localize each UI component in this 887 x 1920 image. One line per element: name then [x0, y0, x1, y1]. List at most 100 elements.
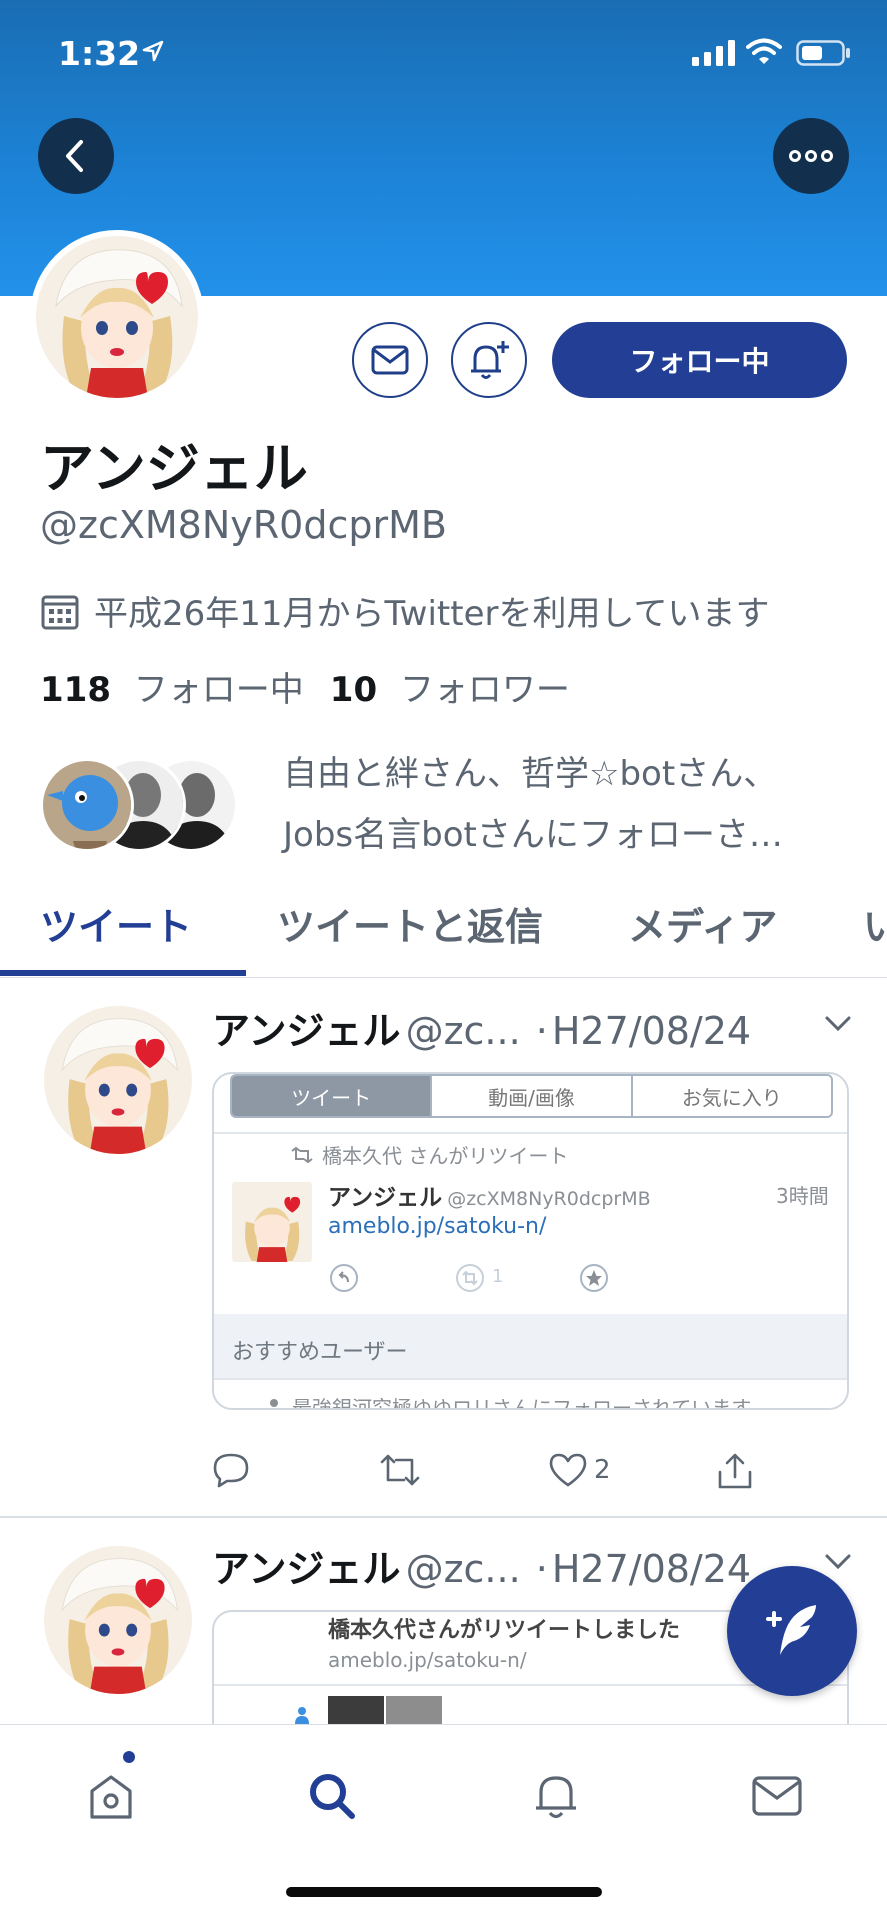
reply-icon — [330, 1264, 358, 1292]
nav-notifications[interactable] — [521, 1761, 591, 1831]
home-indicator — [286, 1887, 602, 1897]
retweet-icon — [291, 1146, 313, 1163]
status-time: 1:32 — [58, 34, 141, 73]
retweet-button[interactable] — [378, 1452, 422, 1488]
share-button[interactable] — [716, 1452, 754, 1490]
tweet-header: アンジェル @zc... · H27/08/24 — [212, 1538, 751, 1593]
retweet-icon — [456, 1264, 484, 1292]
tweet-author-name[interactable]: アンジェル — [212, 1009, 400, 1053]
location-arrow-icon — [142, 40, 164, 62]
embed-tweet-header: アンジェル @zcXM8NyR0dcprMB — [328, 1178, 651, 1212]
like-button[interactable]: 2 — [548, 1452, 611, 1488]
tab-tweets-and-replies[interactable]: ツイートと返信 — [277, 896, 543, 951]
profile-avatar[interactable] — [30, 230, 204, 404]
avatar[interactable] — [44, 1006, 192, 1154]
new-content-indicator — [123, 1751, 135, 1763]
divider — [214, 1684, 847, 1686]
following-button[interactable]: フォロー中 — [552, 322, 847, 398]
embed-tab: お気に入り — [630, 1076, 831, 1116]
embed-retweet-text: 橋本久代 さんがリツイート — [322, 1144, 569, 1168]
avatar-image — [36, 236, 198, 398]
profile-tabs: ツイート ツイートと返信 メディア い — [0, 882, 887, 978]
divider — [214, 1378, 847, 1380]
separator-dot: · — [535, 1009, 548, 1053]
embed-time: 3時間 — [776, 1184, 829, 1208]
followers-you-know-avatars[interactable] — [40, 752, 250, 852]
tweet[interactable]: アンジェル @zc... · H27/08/24 ツイート 動画/画像 お気に入り… — [0, 980, 887, 1516]
embed-retweet-text: 橋本久代さんがリツイートしました — [328, 1618, 681, 1643]
like-count: 2 — [594, 1455, 611, 1485]
nav-messages[interactable] — [742, 1761, 812, 1831]
calendar-icon — [41, 595, 79, 629]
tweet-date: H27/08/24 — [551, 1009, 752, 1053]
more-icon — [789, 150, 833, 162]
tweet-author-name[interactable]: アンジェル — [212, 1547, 400, 1591]
embed-section-title: おすすめユーザー — [232, 1340, 408, 1365]
display-name: アンジェル — [40, 437, 308, 500]
reply-button[interactable] — [212, 1452, 250, 1488]
followers-label: フォロワー — [399, 670, 570, 710]
mail-icon — [752, 1776, 802, 1816]
back-arrow-icon — [66, 140, 83, 172]
bell-icon — [536, 1776, 576, 1819]
followers-you-know-line1: 自由と絆さん、哲学☆botさん、 — [283, 754, 778, 794]
more-button[interactable] — [773, 118, 849, 194]
search-icon — [310, 1774, 355, 1819]
notifications-toggle-button[interactable] — [451, 322, 527, 398]
direct-message-button[interactable] — [352, 322, 428, 398]
tab-media[interactable]: メディア — [628, 896, 777, 951]
embed-link: ameblo.jp/satoku-n/ — [328, 1648, 527, 1672]
embed-tab-bar: ツイート 動画/画像 お気に入り — [230, 1074, 833, 1118]
embedded-screenshot[interactable]: ツイート 動画/画像 お気に入り 橋本久代 さんがリツイート アンジェル @zc… — [212, 1072, 849, 1410]
following-label: フォロー中 — [133, 670, 304, 710]
following-count-link[interactable]: 118 フォロー中 — [40, 662, 304, 711]
battery-icon — [796, 40, 850, 66]
embed-bottom-row: 最強銀河究極ゆゆロリさんにフォローされています — [266, 1392, 752, 1410]
followers-count: 10 — [329, 670, 378, 710]
person-icon — [270, 1398, 278, 1408]
chevron-down-icon[interactable] — [824, 1552, 852, 1572]
home-icon — [90, 1775, 132, 1819]
nav-search[interactable] — [297, 1761, 367, 1831]
tweet-author-handle: @zc... — [405, 1547, 521, 1591]
signal-icon — [692, 40, 735, 66]
followers-you-know-text[interactable]: 自由と絆さん、哲学☆botさん、 Jobs名言botさんにフォローさ… — [283, 744, 853, 866]
embed-tab: 動画/画像 — [430, 1076, 631, 1116]
compose-tweet-button[interactable] — [727, 1566, 857, 1696]
embed-section-header: おすすめユーザー — [214, 1314, 847, 1378]
followers-count-link[interactable]: 10 フォロワー — [330, 662, 570, 711]
embed-tab: ツイート — [232, 1076, 431, 1116]
back-button[interactable] — [38, 118, 114, 194]
embed-author-name: アンジェル — [328, 1185, 443, 1211]
avatar[interactable] — [44, 1546, 192, 1694]
favorite-star-icon — [580, 1264, 608, 1292]
tweet-actions: 2 — [212, 1452, 852, 1512]
active-tab-indicator — [0, 970, 246, 976]
tweet-author-handle: @zc... — [405, 1009, 521, 1053]
joined-date-text: 平成26年11月からTwitterを利用しています — [94, 594, 770, 634]
nav-home[interactable] — [76, 1761, 146, 1831]
following-count: 118 — [40, 670, 111, 710]
avatar — [40, 758, 134, 852]
person-icon — [295, 1707, 309, 1724]
embed-author-handle: @zcXM8NyR0dcprMB — [447, 1188, 651, 1210]
followers-you-know-line2: Jobs名言botさんにフォローさ… — [283, 815, 783, 855]
chevron-down-icon[interactable] — [824, 1014, 852, 1034]
embed-thumbnail — [386, 1696, 442, 1724]
status-bar: 1:32 — [0, 0, 887, 110]
reply-icon — [213, 1453, 249, 1488]
follow-counts: 118 フォロー中 10 フォロワー — [40, 662, 570, 711]
share-icon — [718, 1453, 752, 1489]
tab-likes[interactable]: い — [863, 896, 887, 951]
tab-tweets[interactable]: ツイート — [40, 896, 192, 951]
tweet-header: アンジェル @zc... · H27/08/24 — [212, 1000, 751, 1055]
separator-dot: · — [535, 1547, 548, 1591]
embed-retweet-row: 橋本久代 さんがリツイート — [290, 1140, 568, 1169]
compose-icon — [766, 1605, 816, 1655]
embed-bottom-text: 最強銀河究極ゆゆロリさんにフォローされています — [292, 1396, 752, 1410]
embed-link: ameblo.jp/satoku-n/ — [328, 1214, 547, 1239]
embed-avatar — [232, 1180, 312, 1264]
tweet-date: H27/08/24 — [551, 1547, 752, 1591]
user-handle: @zcXM8NyR0dcprMB — [40, 503, 447, 547]
joined-date-row: 平成26年11月からTwitterを利用しています — [40, 586, 769, 635]
